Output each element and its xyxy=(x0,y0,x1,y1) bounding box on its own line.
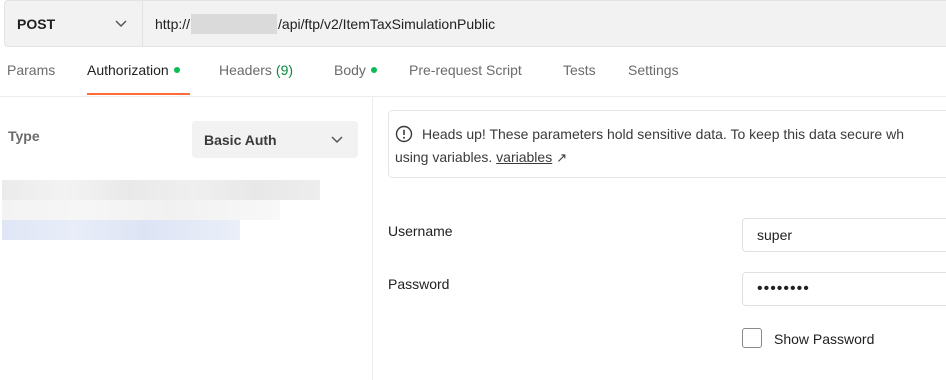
tab-label: Pre-request Script xyxy=(409,62,522,78)
variables-link[interactable]: variables xyxy=(496,149,552,165)
auth-type-select[interactable]: Basic Auth xyxy=(192,121,358,158)
tab-label: Body xyxy=(334,62,366,78)
url-bar: POST http:// /api/ftp/v2/ItemTaxSimulati… xyxy=(4,0,946,47)
info-icon xyxy=(395,125,413,143)
sensitive-data-notice: Heads up! These parameters hold sensitiv… xyxy=(388,110,946,178)
tab-authorization[interactable]: Authorization xyxy=(87,62,180,94)
tab-tests[interactable]: Tests xyxy=(563,62,596,94)
show-password-label[interactable]: Show Password xyxy=(774,331,874,347)
show-password-checkbox[interactable] xyxy=(742,328,762,348)
auth-type-value: Basic Auth xyxy=(204,131,277,148)
method-select[interactable]: POST xyxy=(5,1,142,46)
redacted-link xyxy=(2,220,240,240)
request-tabs: Params Authorization Headers (9) Body Pr… xyxy=(0,62,946,96)
url-redacted-host xyxy=(191,13,278,34)
redacted-description xyxy=(2,180,320,200)
username-input[interactable]: super xyxy=(742,218,946,252)
password-input[interactable]: •••••••• xyxy=(742,272,946,306)
active-tab-indicator xyxy=(87,93,190,95)
tab-label: Settings xyxy=(628,62,679,78)
url-divider xyxy=(142,1,143,46)
notice-prefix: using variables. xyxy=(395,149,493,165)
tab-body[interactable]: Body xyxy=(334,62,377,94)
tab-label: Headers xyxy=(219,62,272,78)
pane-divider[interactable] xyxy=(372,97,373,380)
password-label: Password xyxy=(388,276,450,292)
tab-label: Authorization xyxy=(87,62,169,78)
notice-text: Heads up! These parameters hold sensitiv… xyxy=(422,126,904,142)
external-link-icon: ↗ xyxy=(556,150,568,165)
status-dot xyxy=(173,67,180,73)
auth-type-label: Type xyxy=(8,128,40,144)
url-path: /api/ftp/v2/ItemTaxSimulationPublic xyxy=(278,15,496,32)
redacted-description xyxy=(2,200,280,220)
url-prefix: http:// xyxy=(155,15,191,32)
chevron-down-icon xyxy=(330,133,344,147)
chevron-down-icon xyxy=(114,17,128,31)
tab-label: Params xyxy=(7,62,56,78)
tab-count: (9) xyxy=(275,62,294,78)
username-label: Username xyxy=(388,223,453,239)
tab-label: Tests xyxy=(563,62,596,78)
tab-settings[interactable]: Settings xyxy=(628,62,679,94)
tab-headers[interactable]: Headers (9) xyxy=(219,62,293,94)
notice-text-line2: using variables. variables ↗ xyxy=(395,149,567,166)
url-input[interactable]: http:// /api/ftp/v2/ItemTaxSimulationPub… xyxy=(155,1,495,46)
method-label: POST xyxy=(17,15,56,32)
status-dot xyxy=(370,67,377,73)
tab-params[interactable]: Params xyxy=(7,62,55,94)
tab-pre-request-script[interactable]: Pre-request Script xyxy=(409,62,522,94)
